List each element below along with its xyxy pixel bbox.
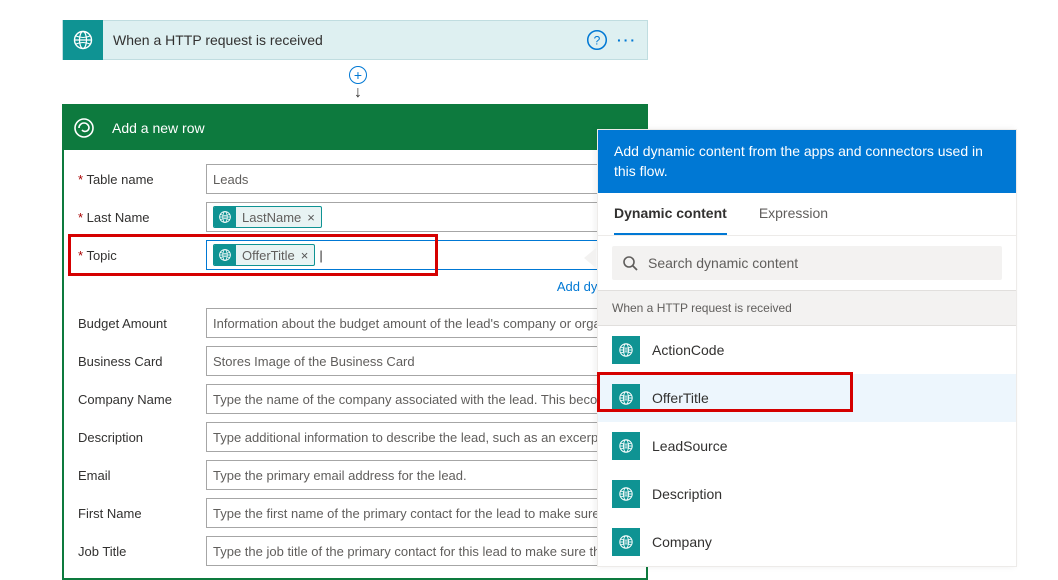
token-remove-icon[interactable]: ×	[301, 248, 309, 263]
action-title: Add a new row	[104, 120, 205, 136]
dyn-item-label: ActionCode	[652, 342, 724, 358]
action-card: Add a new row Table name Leads Last Name…	[62, 104, 648, 580]
row-first-name: First Name Type the first name of the pr…	[78, 494, 632, 532]
dyn-item-leadsource[interactable]: LeadSource	[598, 422, 1016, 470]
globe-icon	[214, 206, 236, 228]
globe-icon	[612, 528, 640, 556]
token-last-name-label: LastName	[242, 210, 301, 225]
input-job-title[interactable]: Type the job title of the primary contac…	[206, 536, 632, 566]
dynamic-content-section-label: When a HTTP request is received	[598, 290, 1016, 326]
label-table-name: Table name	[78, 172, 206, 187]
trigger-title: When a HTTP request is received	[103, 32, 585, 48]
svg-text:?: ?	[594, 33, 601, 47]
dyn-item-offertitle[interactable]: OfferTitle	[598, 374, 1016, 422]
tab-dynamic-content[interactable]: Dynamic content	[614, 193, 727, 235]
globe-icon	[612, 432, 640, 460]
row-description: Description Type additional information …	[78, 418, 632, 456]
token-remove-icon[interactable]: ×	[307, 210, 315, 225]
panel-pointer-icon	[584, 248, 596, 268]
dynamic-content-tabs: Dynamic content Expression	[598, 193, 1016, 236]
dynamic-content-header: Add dynamic content from the apps and co…	[598, 130, 1016, 193]
row-budget-amount: Budget Amount Information about the budg…	[78, 304, 632, 342]
globe-icon	[612, 336, 640, 364]
dataverse-icon	[64, 108, 104, 148]
arrow-down-icon: ↓	[354, 84, 362, 102]
dyn-item-label: OfferTitle	[652, 390, 709, 406]
dyn-item-company[interactable]: Company	[598, 518, 1016, 566]
globe-icon	[612, 480, 640, 508]
text-caret: |	[319, 248, 322, 263]
input-first-name[interactable]: Type the first name of the primary conta…	[206, 498, 632, 528]
trigger-card[interactable]: When a HTTP request is received ? ···	[62, 20, 648, 60]
label-job-title: Job Title	[78, 544, 206, 559]
action-form: Table name Leads Last Name LastName × To…	[64, 150, 646, 578]
dyn-item-label: Company	[652, 534, 712, 550]
dynamic-content-list: ActionCode OfferTitle LeadSource Descrip…	[598, 326, 1016, 566]
input-last-name[interactable]: LastName ×	[206, 202, 632, 232]
action-header[interactable]: Add a new row	[64, 106, 646, 150]
http-trigger-icon	[63, 20, 103, 60]
label-last-name: Last Name	[78, 210, 206, 225]
label-description: Description	[78, 430, 206, 445]
globe-icon	[214, 244, 236, 266]
dyn-item-description[interactable]: Description	[598, 470, 1016, 518]
more-icon[interactable]: ···	[615, 28, 639, 52]
insert-step-button[interactable]: +	[349, 66, 367, 84]
input-business-card[interactable]: Stores Image of the Business Card	[206, 346, 632, 376]
row-table-name: Table name Leads	[78, 160, 632, 198]
label-email: Email	[78, 468, 206, 483]
label-budget-amount: Budget Amount	[78, 316, 206, 331]
input-budget-amount[interactable]: Information about the budget amount of t…	[206, 308, 632, 338]
dynamic-content-panel: Add dynamic content from the apps and co…	[597, 129, 1017, 567]
dyn-item-label: Description	[652, 486, 722, 502]
input-table-name[interactable]: Leads	[206, 164, 632, 194]
token-topic[interactable]: OfferTitle ×	[213, 244, 315, 266]
search-icon	[622, 255, 638, 271]
token-last-name[interactable]: LastName ×	[213, 206, 322, 228]
dyn-item-actioncode[interactable]: ActionCode	[598, 326, 1016, 374]
label-business-card: Business Card	[78, 354, 206, 369]
input-email[interactable]: Type the primary email address for the l…	[206, 460, 632, 490]
row-business-card: Business Card Stores Image of the Busine…	[78, 342, 632, 380]
row-company-name: Company Name Type the name of the compan…	[78, 380, 632, 418]
tab-expression[interactable]: Expression	[759, 193, 828, 235]
add-dynamic-content-link-row: Add dynamic	[78, 274, 632, 304]
dynamic-content-search[interactable]: Search dynamic content	[612, 246, 1002, 280]
row-last-name: Last Name LastName ×	[78, 198, 632, 236]
input-company-name[interactable]: Type the name of the company associated …	[206, 384, 632, 414]
row-topic: Topic OfferTitle × |	[78, 236, 632, 274]
label-first-name: First Name	[78, 506, 206, 521]
search-placeholder: Search dynamic content	[648, 255, 798, 271]
globe-icon	[612, 384, 640, 412]
row-email: Email Type the primary email address for…	[78, 456, 632, 494]
input-topic[interactable]: OfferTitle × |	[206, 240, 632, 270]
help-icon[interactable]: ?	[585, 28, 609, 52]
flow-connector: + ↓	[349, 60, 367, 104]
label-topic: Topic	[78, 248, 206, 263]
token-topic-label: OfferTitle	[242, 248, 295, 263]
dyn-item-label: LeadSource	[652, 438, 728, 454]
input-table-name-value: Leads	[213, 172, 248, 187]
label-company-name: Company Name	[78, 392, 206, 407]
input-description[interactable]: Type additional information to describe …	[206, 422, 632, 452]
